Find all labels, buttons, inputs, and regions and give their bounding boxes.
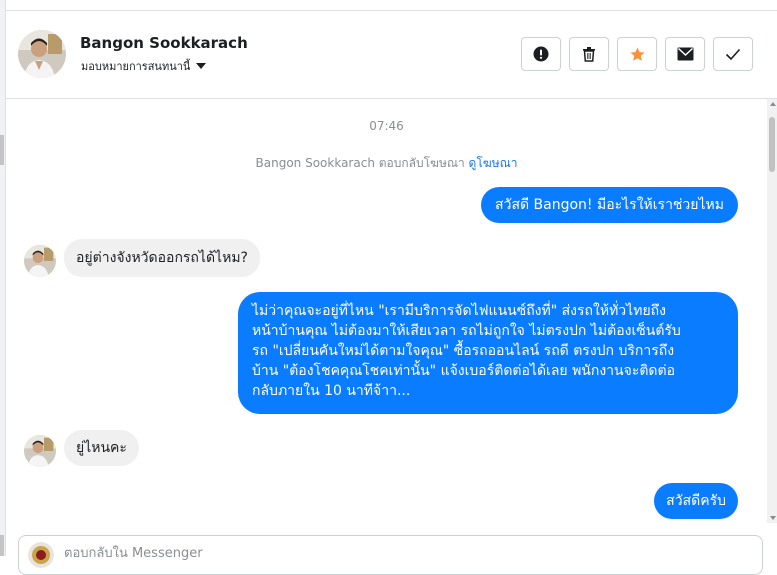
conversation-header: Bangon Sookkarach มอบหมายการสนทนานี้ (6, 10, 777, 99)
message-bubble-incoming[interactable]: ยู่ไหนคะ (64, 430, 139, 466)
delete-button[interactable] (569, 37, 609, 71)
message-line: บ้าน "ต้องโชคคุณโชคเท่านั้น" แจ้งเบอร์ติ… (252, 363, 676, 379)
scrollbar-thumb[interactable] (769, 117, 775, 172)
left-edge-handle (0, 135, 4, 165)
view-ad-link[interactable]: ดูโฆษณา (469, 156, 518, 170)
contact-avatar-small (24, 435, 56, 467)
message-composer (6, 523, 777, 575)
envelope-icon (677, 47, 693, 61)
message-line: ไม่ว่าคุณจะอยู่ที่ไหน "เรามีบริการจัดไฟแ… (252, 303, 666, 319)
caret-down-icon (196, 63, 207, 69)
assign-conversation-dropdown[interactable]: มอบหมายการสนทนานี้ (81, 57, 207, 75)
message-bubble-outgoing[interactable]: สวัสดีครับ (654, 483, 738, 519)
mark-done-button[interactable] (713, 37, 753, 71)
exclamation-icon (533, 46, 549, 62)
message-bubble-outgoing[interactable]: สวัสดี Bangon! มีอะไรให้เราช่วยไหม (481, 187, 738, 223)
message-line: รถ "เปลี่ยนคันใหม่ได้ตามใจคุณ" ซื้อรถออน… (252, 343, 675, 359)
left-edge-handle-bottom (0, 535, 4, 556)
message-thread: 07:46 Bangon Sookkarach ตอบกลับโฆษณา ดูโ… (6, 99, 767, 556)
trash-icon (583, 47, 595, 62)
scroll-down-arrow-icon[interactable] (770, 516, 776, 520)
check-icon (725, 48, 741, 60)
thread-scrollbar[interactable] (767, 99, 777, 523)
timestamp: 07:46 (369, 119, 404, 133)
ad-reply-notice: Bangon Sookkarach ตอบกลับโฆษณา ดูโฆษณา (6, 154, 767, 173)
message-bubble-outgoing[interactable]: ไม่ว่าคุณจะอยู่ที่ไหน "เรามีบริการจัดไฟแ… (238, 292, 738, 414)
star-button[interactable] (617, 37, 657, 71)
page-avatar (28, 542, 54, 568)
contact-avatar[interactable] (18, 30, 66, 78)
star-icon (629, 46, 645, 61)
scroll-up-arrow-icon[interactable] (770, 102, 776, 106)
message-line: กลับภายใน 10 นาทีจ้าา... (252, 383, 411, 399)
reply-input[interactable] (64, 544, 724, 562)
contact-name: Bangon Sookkarach (80, 34, 248, 52)
message-line: หน้าบ้านคุณ ไม่ต้องมาให้เสียเวลา รถไม่ถู… (252, 323, 681, 339)
mark-unread-button[interactable] (665, 37, 705, 71)
ad-reply-text: Bangon Sookkarach ตอบกลับโฆษณา (255, 156, 465, 170)
contact-avatar-small (24, 245, 56, 277)
assign-label: มอบหมายการสนทนานี้ (81, 60, 191, 73)
mark-spam-button[interactable] (521, 37, 561, 71)
message-bubble-incoming[interactable]: อยู่ต่างจังหวัดออกรถได้ไหม? (64, 239, 260, 277)
